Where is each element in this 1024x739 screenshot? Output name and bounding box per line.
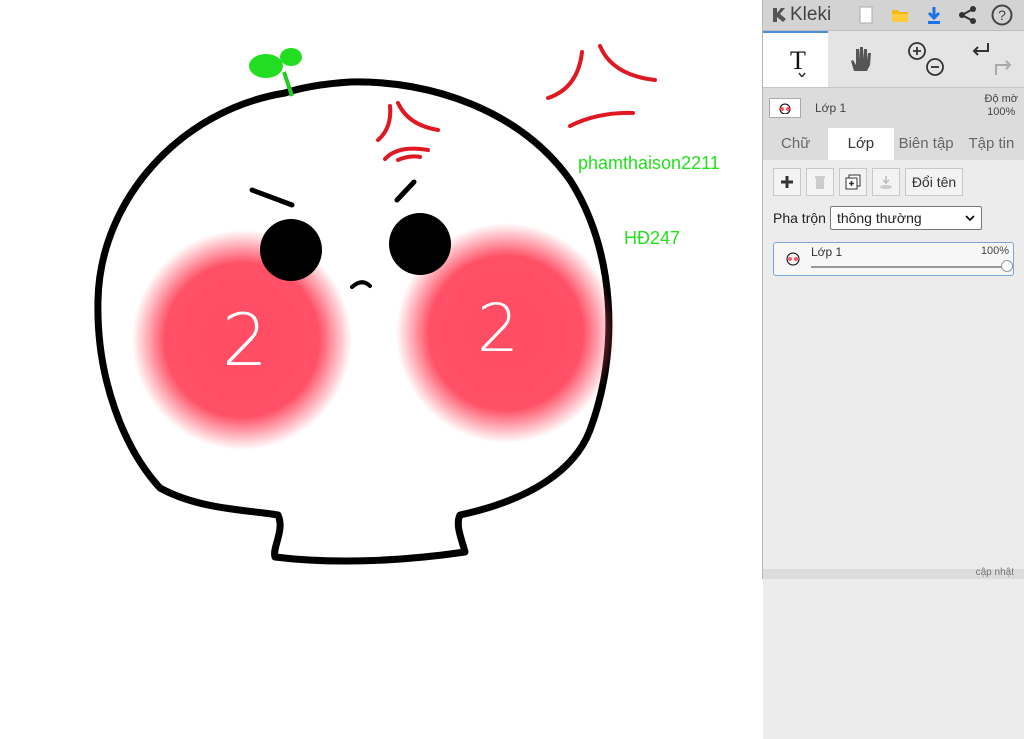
cheek-digit-right: 2	[477, 290, 519, 367]
panel-tabs: Chữ Lớp Biên tập Tập tin	[763, 128, 1024, 160]
help-icon[interactable]: ?	[985, 0, 1019, 30]
tab-file[interactable]: Tập tin	[959, 128, 1024, 160]
tab-edit[interactable]: Biên tập	[894, 128, 959, 160]
text-tool-icon: T	[790, 46, 806, 77]
add-layer-button[interactable]	[773, 168, 801, 196]
new-file-icon[interactable]	[849, 0, 883, 30]
blend-mode-row: Pha trộn thông thường	[763, 196, 1024, 230]
layer-opacity: Độ mờ 100%	[985, 93, 1019, 119]
merge-down-icon	[880, 176, 892, 189]
svg-text:T: T	[790, 46, 806, 75]
tool-row: T	[763, 31, 1024, 88]
panel-footer: cập nhật	[763, 567, 1024, 579]
layer-card-thumbnail	[786, 252, 800, 266]
hand-tool[interactable]	[828, 31, 893, 87]
duplicate-layer-button[interactable]	[839, 168, 867, 196]
current-layer-name: Lớp 1	[815, 101, 847, 115]
update-label[interactable]: cập nhật	[976, 567, 1014, 578]
undo-redo-icons	[972, 43, 1011, 75]
duplicate-icon	[845, 174, 861, 190]
layer-card-opacity: 100%	[980, 245, 1009, 257]
layer-card-name: Lớp 1	[811, 245, 843, 259]
delete-layer-button[interactable]	[806, 168, 834, 196]
download-icon[interactable]	[917, 0, 951, 30]
share-icon[interactable]	[951, 0, 985, 30]
anger-mark-large	[546, 44, 657, 128]
text-tool[interactable]: T	[763, 31, 828, 87]
eye-right	[389, 213, 451, 275]
merge-layer-button[interactable]	[872, 168, 900, 196]
layer-opacity-slider[interactable]	[811, 260, 1013, 272]
side-panel: Kleki ? T Lớp 1 Độ mờ 100% Chữ Lớp Biên …	[762, 0, 1024, 739]
watermark-hd247: HĐ247	[624, 228, 681, 248]
top-toolbar: Kleki ?	[763, 0, 1024, 31]
kleki-logo[interactable]: Kleki	[763, 4, 849, 26]
current-layer-row[interactable]: Lớp 1 Độ mờ 100%	[763, 88, 1024, 128]
sprout-leaf-right	[280, 48, 302, 66]
blend-mode-select[interactable]: thông thường	[829, 206, 982, 230]
svg-text:?: ?	[998, 7, 1006, 23]
blend-mode-value: thông thường	[836, 210, 922, 226]
slider-knob[interactable]	[1001, 260, 1013, 272]
sprout-leaf-left	[249, 54, 283, 78]
plus-icon	[781, 176, 793, 188]
layers-tab-body: Đổi tên Pha trộn thông thường Lớp 1 100%	[763, 160, 1024, 739]
zoom-tool[interactable]	[893, 31, 958, 87]
app-name: Kleki	[790, 4, 832, 25]
eye-left	[260, 219, 322, 281]
rename-layer-button[interactable]: Đổi tên	[905, 168, 963, 196]
undo-redo[interactable]	[958, 31, 1023, 87]
blend-mode-label: Pha trộn	[773, 210, 826, 226]
layer-actions: Đổi tên	[763, 160, 1024, 196]
drawing-canvas[interactable]: phamthaison2211 HĐ247 2 2	[0, 0, 762, 579]
opacity-value: 100%	[987, 106, 1016, 118]
drawing	[94, 44, 657, 565]
watermark-username: phamthaison2211	[578, 153, 720, 173]
tab-text[interactable]: Chữ	[763, 128, 828, 160]
layer-list-item[interactable]: Lớp 1 100%	[773, 242, 1014, 276]
open-folder-icon[interactable]	[883, 0, 917, 30]
layer-thumbnail	[769, 98, 801, 118]
trash-icon	[815, 176, 825, 189]
cheek-digit-left: 2	[222, 298, 268, 382]
tab-layers[interactable]: Lớp	[828, 128, 894, 160]
opacity-label: Độ mờ	[984, 93, 1019, 105]
hand-icon	[850, 47, 871, 71]
chevron-down-icon	[965, 215, 975, 221]
kleki-logo-icon	[773, 8, 786, 22]
zoom-icons	[907, 42, 944, 76]
